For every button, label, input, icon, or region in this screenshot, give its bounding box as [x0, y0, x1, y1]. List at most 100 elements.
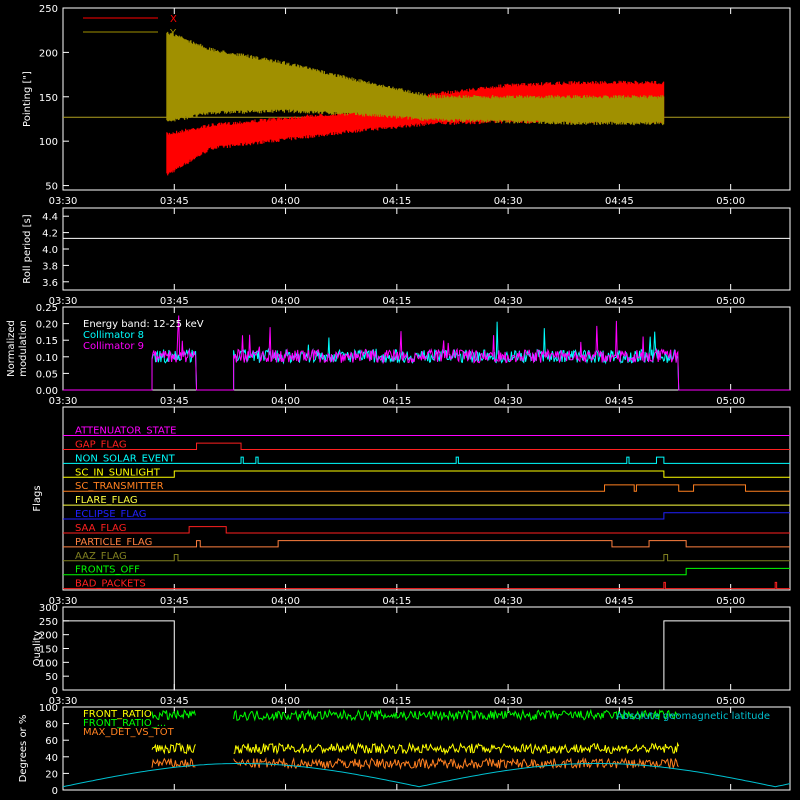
modulation-xtick-label: 03:45: [160, 396, 189, 407]
roll-xtick-label: 03:45: [160, 296, 189, 307]
roll-ytick-label: 4.4: [42, 212, 58, 223]
flag-trace: [63, 470, 790, 478]
modulation-xtick-label: 04:30: [494, 396, 523, 407]
ratio-series-0: [151, 741, 680, 756]
flag-label: NON_SOLAR_EVENT: [75, 453, 176, 464]
quality-xtick-label: 05:00: [716, 696, 745, 707]
roll-frame: [62, 207, 791, 291]
quality-ytick-label: 300: [39, 603, 58, 614]
roll-xtick-label: 04:45: [605, 296, 634, 307]
roll-xtick-label: 04:30: [494, 296, 523, 307]
pointing-xtick-label: 05:00: [716, 196, 745, 207]
roll-xtick-label: 04:15: [382, 296, 411, 307]
flags-xtick-label: 05:00: [716, 596, 745, 607]
modulation-ytick-label: 0.05: [36, 369, 58, 380]
ratios-ytick-label: 40: [45, 753, 58, 764]
ratios-ytick-label: 100: [39, 703, 58, 714]
flag-label: SC_TRANSMITTER: [75, 481, 164, 492]
ratio-legend-label: MAX_DET_VS_TOT: [83, 727, 175, 738]
flag-label: ECLIPSE_FLAG: [75, 509, 146, 520]
flag-label: AAZ_FLAG: [75, 551, 127, 562]
flag-trace: [63, 540, 790, 548]
pointing-xtick-label: 04:30: [494, 196, 523, 207]
flag-label: SC_IN_SUNLIGHT: [75, 467, 161, 478]
flags-xtick-label: 04:00: [271, 596, 300, 607]
roll-xtick-label: 04:00: [271, 296, 300, 307]
quality-xtick-label: 04:45: [605, 696, 634, 707]
flags-xtick-label: 04:15: [382, 596, 411, 607]
flag-label: FRONTS_OFF: [75, 565, 140, 576]
pointing-xtick-label: 03:45: [160, 196, 189, 207]
modulation-legend-label: Collimator 9: [83, 341, 144, 352]
quality-xtick-label: 03:45: [160, 696, 189, 707]
pointing-xtick-label: 04:45: [605, 196, 634, 207]
modulation-ytick-label: 0.15: [36, 336, 58, 347]
flag-trace: [63, 581, 790, 590]
ratios-ytick-label: 0: [52, 786, 58, 797]
flag-trace: [63, 512, 790, 520]
pointing-legend-label: Y: [169, 28, 177, 39]
modulation-xtick-label: 04:45: [605, 396, 634, 407]
pointing-ytick-label: 100: [39, 137, 58, 148]
flag-label: GAP_FLAG: [75, 439, 127, 450]
roll-ylabel: Roll period [s]: [22, 214, 33, 283]
modulation-xtick-label: 05:00: [716, 396, 745, 407]
flags-xtick-label: 03:45: [160, 596, 189, 607]
roll-ytick-label: 3.8: [42, 261, 58, 272]
roll-ytick-label: 3.6: [42, 278, 58, 289]
quality-xtick-label: 04:15: [382, 696, 411, 707]
ratios-ytick-label: 80: [45, 720, 58, 731]
modulation-xtick-label: 04:00: [271, 396, 300, 407]
quality-ytick-label: 50: [45, 672, 58, 683]
flags-xtick-label: 04:45: [605, 596, 634, 607]
flag-trace: [63, 484, 790, 492]
flag-label: SAA_FLAG: [75, 523, 126, 534]
modulation-ylabel: Normalized: [6, 320, 17, 377]
ratios-ylabel: Degrees or %: [18, 715, 29, 783]
roll-ytick-label: 4.2: [42, 229, 58, 240]
flag-label: BAD_PACKETS: [75, 579, 146, 590]
pointing-legend-label: X: [170, 14, 177, 25]
quality-ytick-label: 0: [52, 686, 58, 697]
pointing-ytick-label: 50: [45, 182, 58, 193]
modulation-legend-label: Collimator 8: [83, 330, 144, 341]
modulation-ytick-label: 0.10: [36, 353, 58, 364]
pointing-ylabel: Pointing ["]: [22, 71, 33, 127]
flag-trace: [63, 526, 790, 534]
flag-label: FLARE_FLAG: [75, 495, 138, 506]
flag-trace: [63, 554, 790, 562]
flags-xtick-label: 04:30: [494, 596, 523, 607]
flag-label: PARTICLE_FLAG: [75, 537, 152, 548]
pointing-series-y: [166, 31, 665, 126]
modulation-xtick-label: 04:15: [382, 396, 411, 407]
modulation-ylabel: modulation: [18, 320, 29, 377]
quality-xtick-label: 04:30: [494, 696, 523, 707]
modulation-annotation: Energy band: 12-25 keV: [83, 319, 204, 330]
quality-ytick-label: 250: [39, 617, 58, 628]
pointing-xtick-label: 04:00: [271, 196, 300, 207]
flag-label: ATTENUATOR_STATE: [75, 426, 176, 437]
ratio-legend-label: Absolute geomagnetic latitude: [616, 711, 770, 722]
ratio-series-latitude: [62, 762, 791, 788]
quality-series: [663, 620, 790, 690]
pointing-ytick-label: 250: [39, 4, 58, 15]
modulation-xtick-label: 03:30: [49, 396, 78, 407]
roll-ytick-label: 4.0: [42, 245, 58, 256]
quality-xtick-label: 04:00: [271, 696, 300, 707]
quality-series: [63, 620, 175, 690]
ratios-ytick-label: 60: [45, 736, 58, 747]
modulation-ytick-label: 0.00: [36, 386, 58, 397]
ratios-ytick-label: 20: [45, 769, 58, 780]
pointing-xtick-label: 04:15: [382, 196, 411, 207]
rhessi-quicklook-chart: 03:30 03:45 04:00 04:15 04:30 04:45 05:00 50 100…: [6, 4, 791, 797]
flags-ylabel: Flags: [32, 485, 43, 511]
flag-trace: [63, 567, 790, 576]
flag-trace: [63, 442, 790, 450]
quality-frame: [62, 606, 791, 691]
pointing-ytick-label: 150: [39, 93, 58, 104]
roll-xtick-label: 05:00: [716, 296, 745, 307]
modulation-ytick-label: 0.20: [36, 320, 58, 331]
modulation-ytick-label: 0.25: [36, 303, 58, 314]
pointing-ytick-label: 200: [39, 48, 58, 59]
ratio-series-1: [151, 708, 680, 722]
